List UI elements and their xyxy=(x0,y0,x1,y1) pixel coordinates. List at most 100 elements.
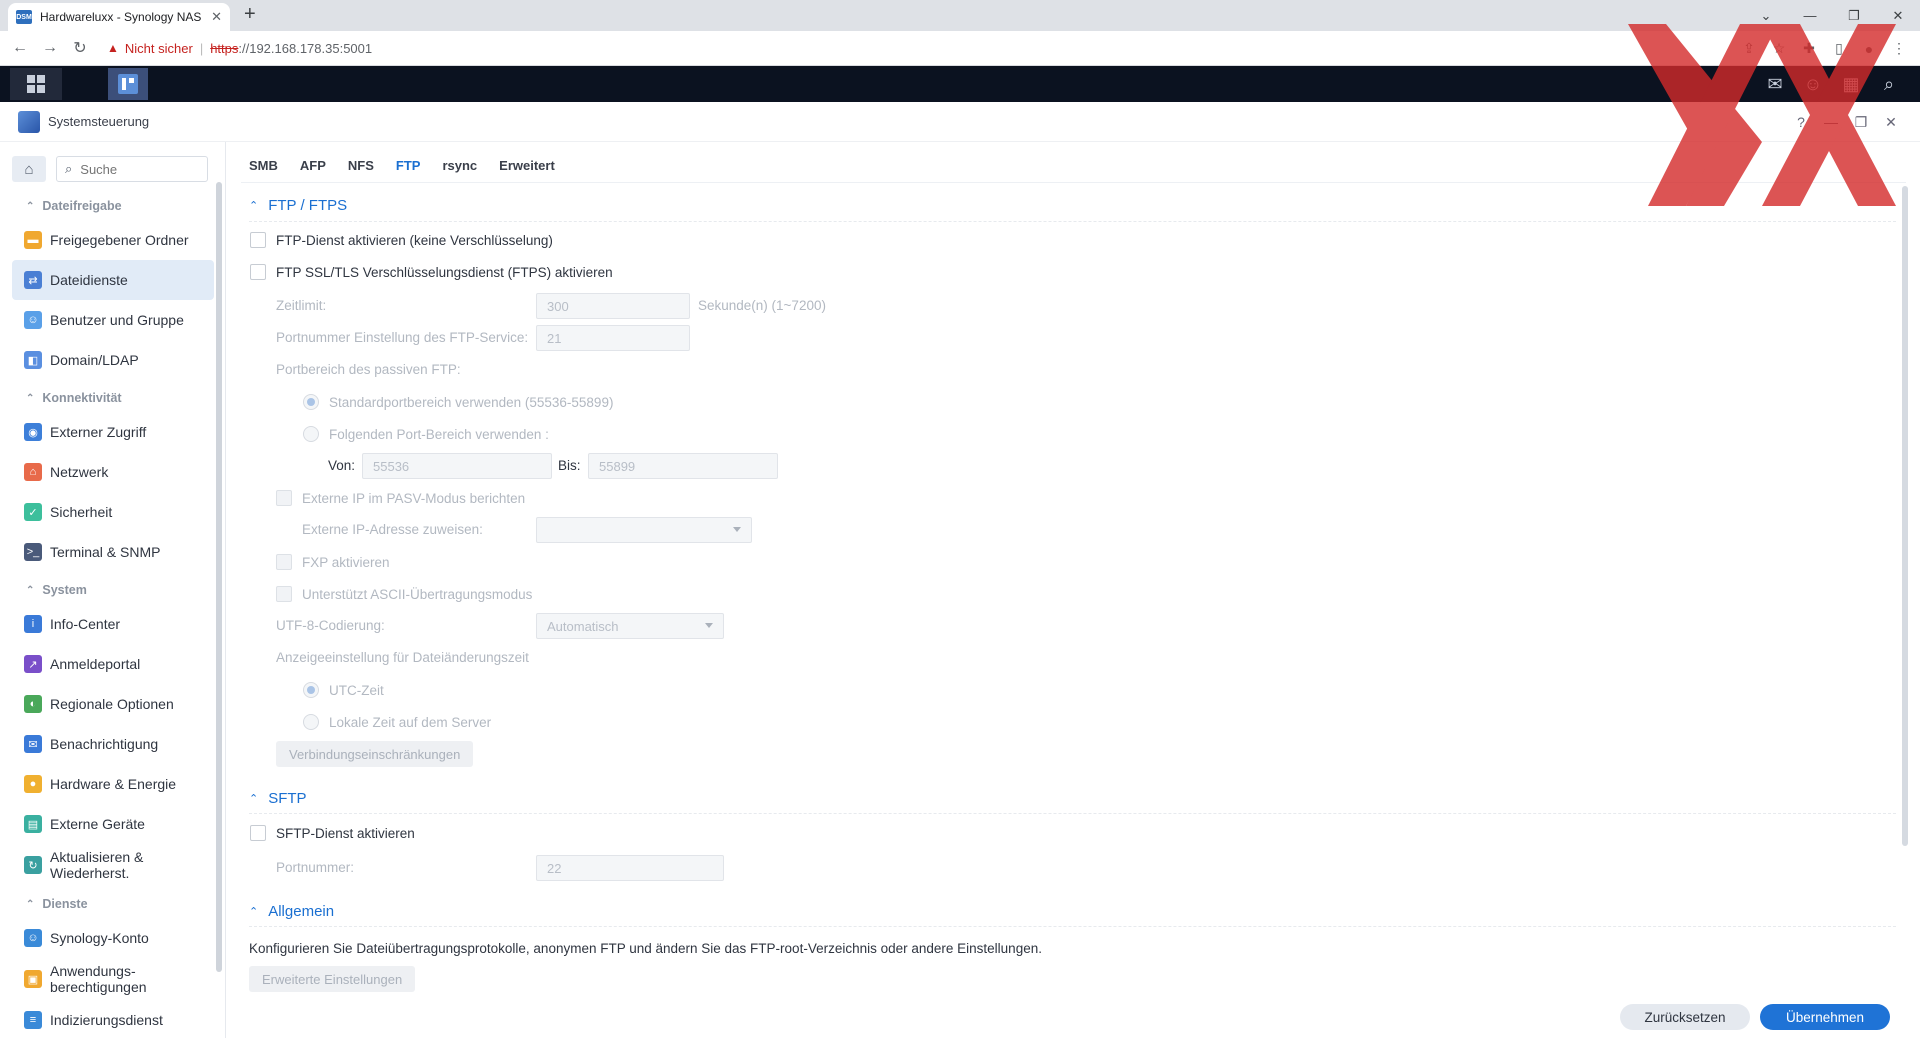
utf8-select[interactable]: Automatisch xyxy=(536,613,724,639)
new-tab-icon[interactable]: + xyxy=(244,3,256,26)
sidebar-item-label: Dateidienste xyxy=(50,272,128,288)
custom-range-row[interactable]: Folgenden Port-Bereich verwenden : xyxy=(303,426,549,442)
sftp-port-field[interactable]: 22 xyxy=(536,855,724,881)
share-icon[interactable]: ⇪ xyxy=(1734,40,1764,57)
enable-ftp-checkbox[interactable] xyxy=(250,232,266,248)
ascii-mode-row[interactable]: Unterstützt ASCII-Übertragungsmodus xyxy=(276,586,532,602)
local-time-radio[interactable] xyxy=(303,714,319,730)
tab-afp[interactable]: AFP xyxy=(300,158,326,173)
fxp-row[interactable]: FXP aktivieren xyxy=(276,554,390,570)
advanced-settings-button[interactable]: Erweiterte Einstellungen xyxy=(249,966,416,992)
taskbar-control-panel-button[interactable] xyxy=(108,68,148,100)
star-icon[interactable]: ☆ xyxy=(1764,40,1794,57)
chevron-down-icon[interactable]: ⌄ xyxy=(1744,8,1788,24)
close-icon[interactable]: ✕ xyxy=(211,9,222,25)
sidebar-item[interactable]: ▣ Anwendungs-berechtigungen xyxy=(12,958,214,1000)
sidebar-item[interactable]: ▤ Externe Geräte xyxy=(12,804,214,844)
report-ip-row[interactable]: Externe IP im PASV-Modus berichten xyxy=(276,490,525,506)
sidebar-item[interactable]: ↻ Aktualisieren & Wiederherst. xyxy=(12,844,214,886)
home-button[interactable]: ⌂ xyxy=(12,156,46,182)
sidebar-item[interactable]: ↗ Anmeldeportal xyxy=(12,644,214,684)
back-icon[interactable]: ← xyxy=(5,39,35,57)
enable-ftps-row[interactable]: FTP SSL/TLS Verschlüsselungsdienst (FTPS… xyxy=(250,264,613,280)
sidebar-item[interactable]: i Info-Center xyxy=(12,604,214,644)
minimize-window-icon[interactable]: — xyxy=(1816,114,1846,130)
apply-button[interactable]: Übernehmen xyxy=(1760,1004,1890,1030)
sidebar-item[interactable]: ◧ Domain/LDAP xyxy=(12,340,214,380)
tab-rsync[interactable]: rsync xyxy=(442,158,477,173)
utc-time-radio[interactable] xyxy=(303,682,319,698)
local-time-row[interactable]: Lokale Zeit auf dem Server xyxy=(303,714,491,730)
profile-icon[interactable]: ● xyxy=(1854,41,1884,57)
sidebar-section-header[interactable]: ⌃ Dateifreigabe xyxy=(12,192,214,220)
reload-icon[interactable]: ↻ xyxy=(65,38,95,58)
sidebar-section-header[interactable]: ⌃ Konnektivität xyxy=(12,384,214,412)
sidebar-item[interactable]: ▬ Freigegebener Ordner xyxy=(12,220,214,260)
search-input[interactable] xyxy=(80,161,191,177)
enable-sftp-row[interactable]: SFTP-Dienst aktivieren xyxy=(250,825,415,841)
sidebar-section-header[interactable]: ⌃ System xyxy=(12,576,214,604)
main-menu-button[interactable] xyxy=(10,68,62,100)
section-sftp-header[interactable]: ⌃ SFTP xyxy=(249,790,307,807)
forward-icon[interactable]: → xyxy=(35,39,65,57)
tab-nfs[interactable]: NFS xyxy=(348,158,374,173)
enable-ftps-checkbox[interactable] xyxy=(250,264,266,280)
globe-icon: ◉ xyxy=(24,423,42,441)
close-window-icon[interactable]: ✕ xyxy=(1876,8,1920,24)
section-general-header[interactable]: ⌃ Allgemein xyxy=(249,903,334,920)
sidebar-item[interactable]: ⌂ Netzwerk xyxy=(12,452,214,492)
search-icon[interactable]: ⌕ xyxy=(1870,74,1908,95)
user-icon[interactable]: ☺ xyxy=(1794,74,1832,95)
close-app-icon[interactable]: ✕ xyxy=(1876,114,1906,131)
sidebar-scrollbar[interactable] xyxy=(216,182,222,972)
default-range-radio[interactable] xyxy=(303,394,319,410)
chevron-up-icon: ⌃ xyxy=(26,200,35,212)
ascii-mode-checkbox[interactable] xyxy=(276,586,292,602)
enable-ftp-row[interactable]: FTP-Dienst aktivieren (keine Verschlüsse… xyxy=(250,232,553,248)
sidebar-item[interactable]: ✉ Benachrichtigung xyxy=(12,724,214,764)
sidebar-item[interactable]: >_ Terminal & SNMP xyxy=(12,532,214,572)
ftp-port-field[interactable]: 21 xyxy=(536,325,690,351)
sidebar-section-header[interactable]: ⌃ Dienste xyxy=(12,890,214,918)
menu-dots-icon[interactable]: ⋮ xyxy=(1884,40,1914,57)
puzzle-icon[interactable]: ✚ xyxy=(1794,40,1824,57)
report-ip-checkbox[interactable] xyxy=(276,490,292,506)
help-icon[interactable]: ? xyxy=(1786,114,1816,130)
house-icon: ⌂ xyxy=(24,463,42,481)
minimize-icon[interactable]: — xyxy=(1788,8,1832,23)
section-ftp-header[interactable]: ⌃ FTP / FTPS xyxy=(249,197,347,214)
sidebar-item[interactable]: ◐ Regionale Optionen xyxy=(12,684,214,724)
custom-range-label: Folgenden Port-Bereich verwenden : xyxy=(329,426,549,442)
restore-icon[interactable]: ❐ xyxy=(1832,8,1876,24)
sidebar-item[interactable]: ⇄ Dateidienste xyxy=(12,260,214,300)
sidebar-item-label: Externe Geräte xyxy=(50,816,145,832)
widgets-icon[interactable]: ▦ xyxy=(1832,74,1870,95)
enable-sftp-checkbox[interactable] xyxy=(250,825,266,841)
sidebar-item[interactable]: ☺ Benutzer und Gruppe xyxy=(12,300,214,340)
tab-smb[interactable]: SMB xyxy=(249,158,278,173)
assign-ip-select[interactable] xyxy=(536,517,752,543)
chat-icon[interactable]: ✉ xyxy=(1756,74,1794,95)
sidebar-item[interactable]: ◉ Externer Zugriff xyxy=(12,412,214,452)
utc-time-row[interactable]: UTC-Zeit xyxy=(303,682,384,698)
to-port-field[interactable]: 55899 xyxy=(588,453,778,479)
tab-erweitert[interactable]: Erweitert xyxy=(499,158,555,173)
default-range-row[interactable]: Standardportbereich verwenden (55536-558… xyxy=(303,394,613,410)
sidebar-search[interactable]: ⌕ xyxy=(56,156,208,182)
reset-button[interactable]: Zurücksetzen xyxy=(1620,1004,1750,1030)
from-port-field[interactable]: 55536 xyxy=(362,453,552,479)
sidebar-item[interactable]: ✓ Sicherheit xyxy=(12,492,214,532)
connection-limits-button[interactable]: Verbindungseinschränkungen xyxy=(276,741,474,767)
fxp-checkbox[interactable] xyxy=(276,554,292,570)
sidepanel-icon[interactable]: ▯ xyxy=(1824,40,1854,57)
sidebar-item[interactable]: ≡ Indizierungsdienst xyxy=(12,1000,214,1038)
content-scrollbar[interactable] xyxy=(1902,186,1908,846)
sidebar-item[interactable]: ● Hardware & Energie xyxy=(12,764,214,804)
url-field[interactable]: ▲ Nicht sicher | https ://192.168.178.35… xyxy=(107,34,372,62)
browser-tab[interactable]: DSM Hardwareluxx - Synology NAS ✕ xyxy=(8,3,230,31)
sidebar-item[interactable]: ☺ Synology-Konto xyxy=(12,918,214,958)
custom-range-radio[interactable] xyxy=(303,426,319,442)
timeout-field[interactable]: 300 xyxy=(536,293,690,319)
tab-ftp[interactable]: FTP xyxy=(396,158,421,173)
maximize-window-icon[interactable]: ❐ xyxy=(1846,114,1876,131)
